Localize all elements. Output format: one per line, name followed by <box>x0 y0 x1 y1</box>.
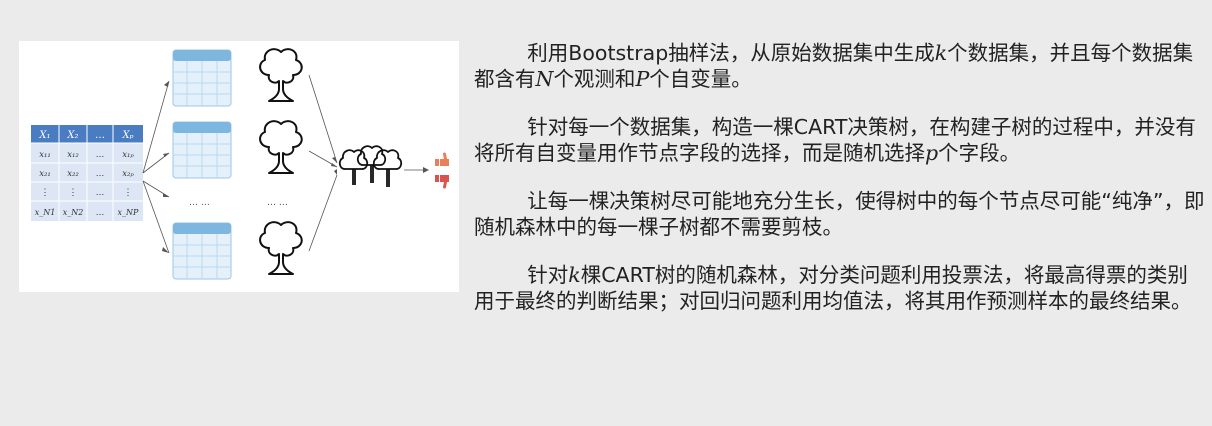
header-ellipsis: … <box>95 130 105 141</box>
forest-icon <box>338 145 403 187</box>
bootstrap-table-1 <box>172 49 232 107</box>
cell-r3c4: ⋮ <box>124 188 133 198</box>
tree-icon-2 <box>259 120 303 174</box>
p1-var-k: k <box>934 41 948 65</box>
thumbs-up-icon <box>435 152 449 166</box>
p2-text-b: 个字段。 <box>938 141 1021 165</box>
tree-icon-1 <box>259 48 303 102</box>
cell-r4c2: x_N2 <box>63 208 84 217</box>
cell-r3c2: ⋮ <box>69 188 78 198</box>
p1-var-n: N <box>535 67 554 91</box>
cell-r1c4: x₁ₚ <box>122 150 134 160</box>
random-forest-diagram: X₁ X₂ … Xₚ x₁₁ x₁₂ … x₁ₚ x₂₁ x₂₂ … x₂ₚ ⋮… <box>19 41 459 292</box>
cell-r2c4: x₂ₚ <box>122 169 134 179</box>
cell-r4c4: x_NP <box>118 208 140 217</box>
cell-r1c1: x₁₁ <box>39 150 51 160</box>
cell-r3c1: ⋮ <box>41 188 50 198</box>
forest-arrows <box>308 74 338 252</box>
input-data-table: X₁ X₂ … Xₚ x₁₁ x₁₂ … x₁ₚ x₂₁ x₂₂ … x₂ₚ ⋮… <box>31 125 143 221</box>
cell-r2c1: x₂₁ <box>39 169 51 179</box>
p4-var-k: k <box>568 263 581 287</box>
explanation-text: 利用Bootstrap抽样法，从原始数据集中生成k个数据集，并且每个数据集都含有… <box>474 40 1206 336</box>
trees-ellipsis: … … <box>267 198 288 208</box>
paragraph-voting: 针对k棵CART树的随机森林，对分类问题利用投票法，将最高得票的类别用于最终的判… <box>474 262 1206 314</box>
p3-text: 让每一棵决策树尽可能地充分生长，使得树中的每个节点尽可能“纯净”，即随机森林中的… <box>474 189 1205 239</box>
p4-text-a: 针对 <box>527 263 569 287</box>
bootstrap-table-3 <box>172 222 232 280</box>
paragraph-no-pruning: 让每一棵决策树尽可能地充分生长，使得树中的每个节点尽可能“纯净”，即随机森林中的… <box>474 188 1206 240</box>
cell-r1c2: x₁₂ <box>67 150 79 160</box>
p1-text-d: 个自变量。 <box>649 67 752 91</box>
header-x1: X₁ <box>38 130 50 141</box>
paragraph-cart-tree: 针对每一个数据集，构造一棵CART决策树，在构建子树的过程中，并没有将所有自变量… <box>474 114 1206 166</box>
cell-r2c3: … <box>96 169 105 179</box>
vote-arrowhead <box>423 167 429 173</box>
cell-r3c3: … <box>96 188 105 198</box>
cell-r4c3: … <box>96 208 105 218</box>
p1-var-p: P <box>635 67 650 91</box>
paragraph-bootstrap: 利用Bootstrap抽样法，从原始数据集中生成k个数据集，并且每个数据集都含有… <box>474 40 1206 92</box>
cell-r2c2: x₂₂ <box>67 169 79 179</box>
bootstrap-arrows <box>142 80 170 254</box>
bootstrap-table-2 <box>172 121 232 179</box>
cell-r1c3: … <box>96 150 105 160</box>
thumbs-down-icon <box>435 175 449 189</box>
p2-text-a: 针对每一个数据集，构造一棵CART决策树，在构建子树的过程中，并没有将所有自变量… <box>474 115 1196 165</box>
tree-icon-3 <box>259 221 303 275</box>
header-xp: Xₚ <box>121 130 133 141</box>
header-x2: X₂ <box>66 130 78 141</box>
p2-var-p: p <box>925 141 939 165</box>
diagram-svg: X₁ X₂ … Xₚ x₁₁ x₁₂ … x₁ₚ x₂₁ x₂₂ … x₂ₚ ⋮… <box>31 48 449 280</box>
p1-text-a: 利用Bootstrap抽样法，从原始数据集中生成 <box>527 41 935 65</box>
bootstrap-arrowheads <box>162 81 169 253</box>
p4-text-b: 棵CART树的随机森林，对分类问题利用投票法，将最高得票的类别用于最终的判断结果… <box>474 263 1192 313</box>
tables-ellipsis: … … <box>189 198 210 208</box>
p1-text-c: 个观测和 <box>553 67 636 91</box>
cell-r4c1: x_N1 <box>35 208 56 217</box>
